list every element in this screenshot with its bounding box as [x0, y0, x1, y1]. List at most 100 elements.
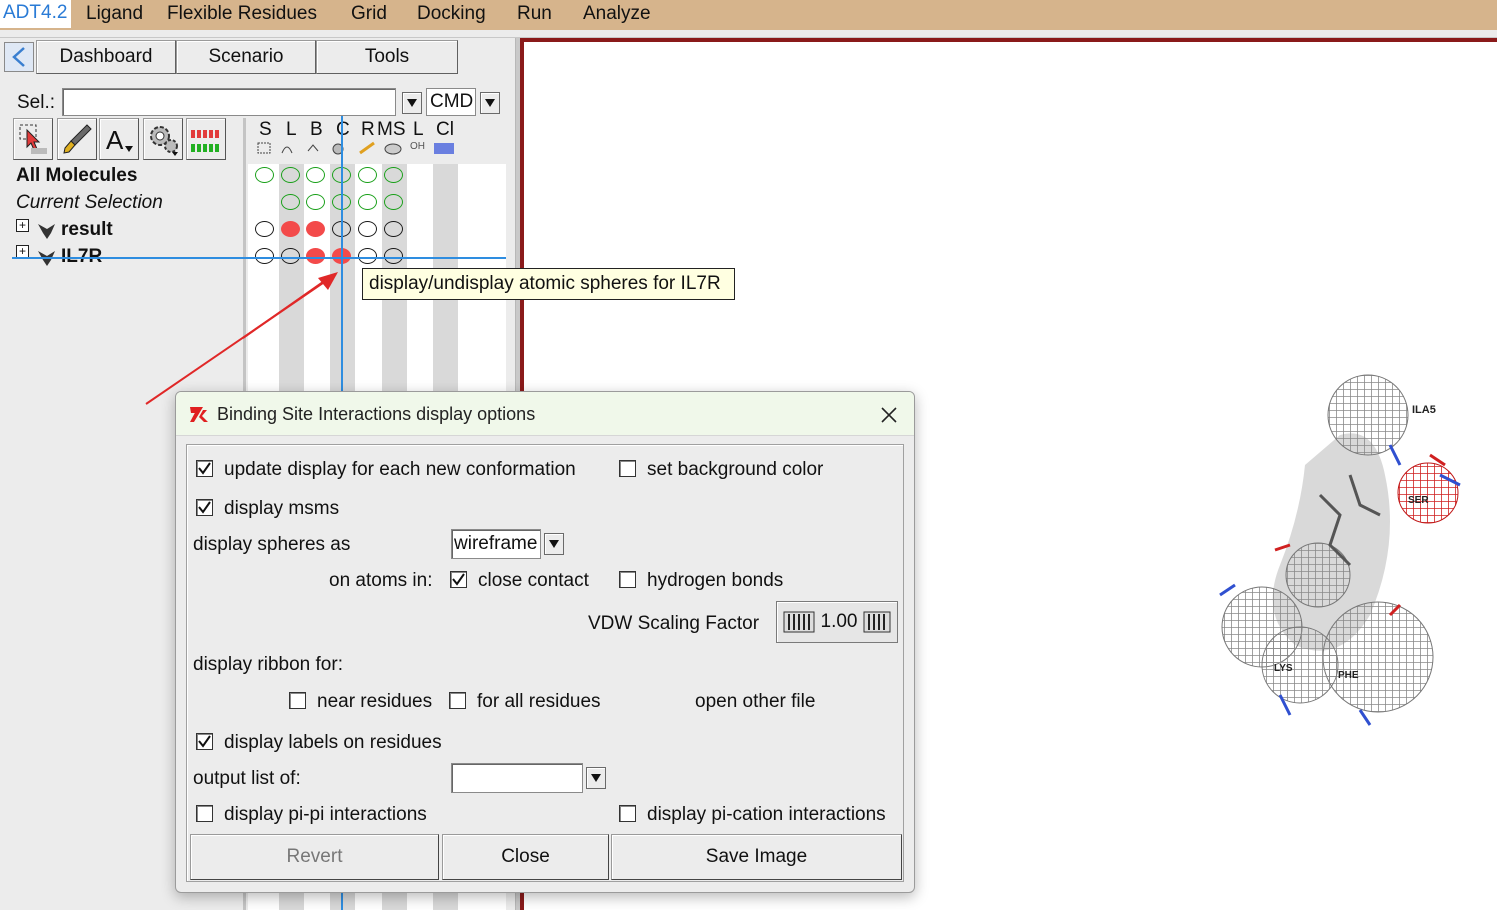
display-msms-checkbox[interactable] — [196, 499, 213, 516]
save-image-button[interactable]: Save Image — [611, 834, 902, 880]
toggle-ms-sel[interactable] — [384, 194, 403, 210]
toggle-r-sel[interactable] — [358, 194, 377, 210]
close-contact-label: close contact — [478, 570, 589, 591]
toggle-l-result[interactable] — [281, 221, 300, 237]
toggle-l-all[interactable] — [281, 167, 300, 183]
thumbwheel-right-icon — [863, 611, 891, 633]
paint-brush-icon — [63, 124, 92, 154]
close-button[interactable]: Close — [442, 834, 609, 880]
toggle-ms-result[interactable] — [384, 221, 403, 237]
dropdown-arrow-icon — [407, 99, 417, 107]
ribbon-label: display ribbon for: — [193, 654, 343, 675]
output-list-label: output list of: — [193, 768, 301, 789]
hbonds-label: hydrogen bonds — [647, 570, 784, 591]
menubar: ADT4.2 Ligand Flexible Residues Grid Doc… — [0, 0, 1497, 30]
menu-analyze[interactable]: Analyze — [583, 3, 651, 25]
output-dropdown-button[interactable] — [586, 767, 606, 789]
tk-logo-icon — [190, 407, 208, 422]
col-header-l[interactable]: L — [286, 119, 297, 141]
text-label-icon: A — [106, 125, 133, 155]
toggle-b-sel[interactable] — [306, 194, 325, 210]
column-glyph-icons — [257, 141, 454, 155]
collapse-panel-button[interactable] — [4, 42, 34, 72]
menu-flexible-residues[interactable]: Flexible Residues — [167, 3, 317, 25]
dialog-title: Binding Site Interactions display option… — [217, 404, 536, 424]
toggle-s-all[interactable] — [255, 167, 274, 183]
toggle-ms-il7r[interactable] — [384, 248, 403, 264]
label-tool-button[interactable]: A — [99, 118, 139, 160]
checkmark-icon — [452, 573, 465, 586]
expand-result-icon[interactable]: + — [16, 219, 29, 232]
cmd-dropdown-button[interactable] — [480, 92, 500, 114]
toggle-s-result[interactable] — [255, 221, 274, 237]
selection-input[interactable] — [62, 88, 396, 116]
toggle-ms-all[interactable] — [384, 167, 403, 183]
pication-checkbox[interactable] — [619, 805, 636, 822]
residue-label: PHE — [1338, 670, 1359, 681]
col-header-label[interactable]: L — [413, 119, 424, 141]
set-bg-label: set background color — [647, 459, 824, 480]
residue-label: LYS — [1274, 663, 1293, 674]
menu-docking[interactable]: Docking — [417, 3, 486, 25]
tab-scenario[interactable]: Scenario — [176, 40, 316, 74]
menu-divider — [0, 30, 1497, 38]
near-residues-label: near residues — [317, 691, 433, 712]
select-cursor-icon — [19, 124, 47, 154]
toggle-b-result[interactable] — [306, 221, 325, 237]
menu-run[interactable]: Run — [517, 3, 552, 25]
menu-grid[interactable]: Grid — [351, 3, 387, 25]
close-contact-checkbox[interactable] — [450, 571, 467, 588]
toggle-r-il7r[interactable] — [358, 248, 377, 264]
settings-tool-button[interactable] — [143, 118, 183, 160]
thumbwheel-left-icon — [783, 611, 814, 633]
col-header-s[interactable]: S — [259, 119, 272, 141]
vdw-thumbwheel[interactable]: 1.00 — [776, 601, 898, 643]
dropdown-arrow-icon — [549, 540, 559, 548]
pipi-checkbox[interactable] — [196, 805, 213, 822]
pication-label: display pi-cation interactions — [647, 804, 886, 825]
display-msms-label: display msms — [224, 498, 340, 519]
toggle-r-all[interactable] — [358, 167, 377, 183]
tree-current-selection[interactable]: Current Selection — [16, 192, 163, 214]
set-bg-checkbox[interactable] — [619, 460, 636, 477]
molecule-render: ILA5 SER LYS PHE — [1219, 374, 1461, 726]
col-header-r[interactable]: R — [361, 119, 375, 141]
sequence-tool-button[interactable] — [186, 118, 226, 160]
molecule-icon — [38, 224, 55, 239]
residue-label: SER — [1408, 495, 1429, 506]
svg-text:A: A — [106, 125, 124, 155]
sequence-bars-icon — [191, 130, 219, 152]
col-header-ms[interactable]: MS — [377, 119, 406, 141]
selection-dropdown-button[interactable] — [402, 92, 422, 114]
hbonds-checkbox[interactable] — [619, 571, 636, 588]
color-tool-button[interactable] — [57, 118, 97, 160]
selection-label: Sel.: — [17, 92, 56, 113]
toggle-r-result[interactable] — [358, 221, 377, 237]
labels-checkbox[interactable] — [196, 733, 213, 750]
all-residues-checkbox[interactable] — [449, 692, 466, 709]
menu-ligand[interactable]: Ligand — [86, 3, 143, 25]
tab-dashboard[interactable]: Dashboard — [36, 40, 176, 74]
tab-tools[interactable]: Tools — [316, 40, 458, 74]
tree-all-molecules[interactable]: All Molecules — [16, 165, 137, 187]
cmd-field[interactable]: CMD — [426, 88, 476, 116]
revert-button[interactable]: Revert — [190, 834, 439, 880]
labels-label: display labels on residues — [224, 732, 442, 753]
toggle-l-sel[interactable] — [281, 194, 300, 210]
select-tool-button[interactable] — [13, 118, 53, 160]
dialog-close-button[interactable] — [876, 402, 902, 428]
tree-mol-result[interactable]: result — [61, 219, 113, 241]
spheres-select[interactable]: wireframe — [451, 529, 541, 559]
col-header-b[interactable]: B — [310, 119, 323, 141]
toggle-b-all[interactable] — [306, 167, 325, 183]
tooltip: display/undisplay atomic spheres for IL7… — [362, 268, 735, 300]
spheres-dropdown-button[interactable] — [544, 533, 564, 555]
dropdown-arrow-icon — [591, 774, 601, 782]
update-display-checkbox[interactable] — [196, 460, 213, 477]
residue-label: ILA5 — [1412, 404, 1436, 416]
output-list-select[interactable] — [451, 763, 583, 793]
col-header-cl[interactable]: Cl — [436, 119, 454, 141]
open-other-file-button[interactable]: open other file — [695, 691, 815, 713]
dialog-titlebar[interactable]: Binding Site Interactions display option… — [176, 392, 914, 436]
near-residues-checkbox[interactable] — [289, 692, 306, 709]
